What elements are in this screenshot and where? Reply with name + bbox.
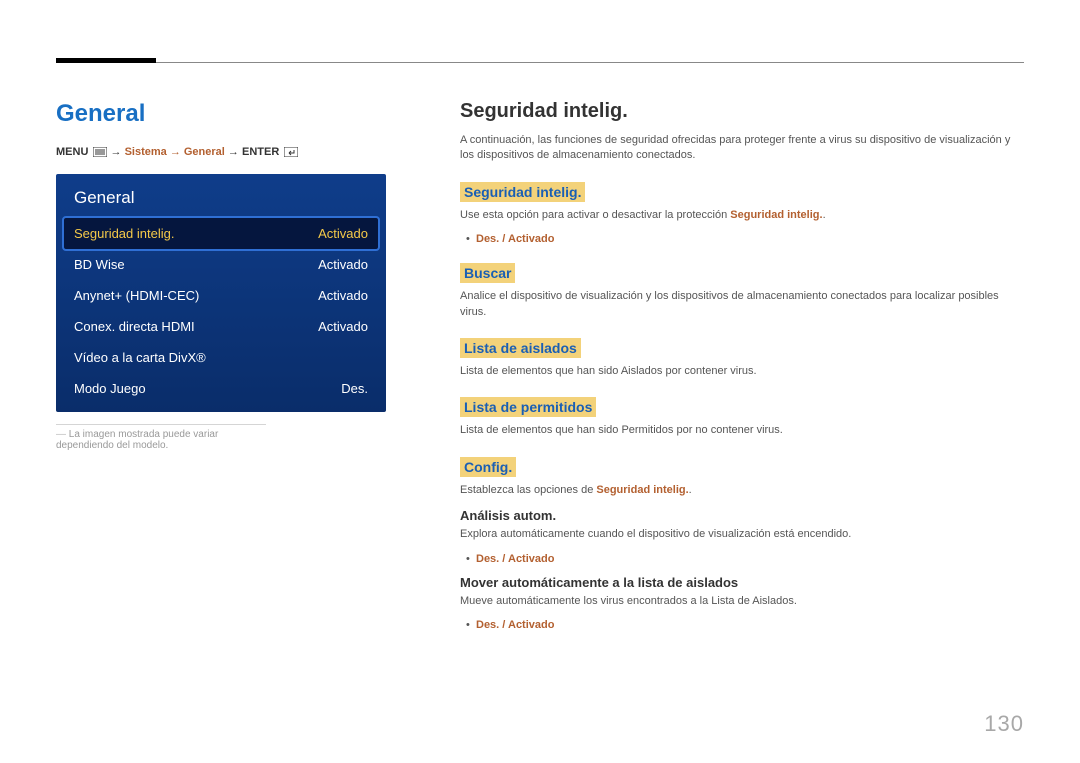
osd-menu-general: General Seguridad intelig.ActivadoBD Wis… — [56, 174, 386, 412]
osd-menu-item[interactable]: Conex. directa HDMI Activado — [64, 311, 378, 342]
osd-menu-title: General — [64, 184, 378, 218]
osd-menu-item-value: Des. — [341, 381, 368, 396]
subheading: Config. — [460, 457, 516, 477]
breadcrumb: MENU → Sistema → General → ENTER — [56, 146, 386, 158]
osd-menu-item[interactable]: Vídeo a la carta DivX® — [64, 342, 378, 373]
osd-menu-item[interactable]: Seguridad intelig. Activado — [64, 218, 378, 249]
section-body: Establezca las opciones de Seguridad int… — [460, 483, 1024, 498]
sub-subheading: Mover automáticamente a la lista de aisl… — [460, 575, 1024, 590]
sub-subheading: Análisis autom. — [460, 508, 1024, 523]
section-body: Mueve automáticamente los virus encontra… — [460, 594, 1024, 609]
right-column: Seguridad intelig. A continuación, las f… — [460, 100, 1024, 641]
menu-icon — [93, 147, 107, 157]
heading-seguridad-intelig: Seguridad intelig. — [460, 100, 1024, 123]
accent-text: Seguridad intelig. — [596, 484, 688, 496]
osd-menu-item-label: Modo Juego — [74, 381, 146, 396]
page-content: General MENU → Sistema → General → ENTER… — [56, 100, 1024, 641]
osd-menu-item-label: Seguridad intelig. — [74, 226, 174, 241]
breadcrumb-path: Sistema → General — [125, 146, 225, 158]
osd-menu-item[interactable]: BD Wise Activado — [64, 249, 378, 280]
section-body: Analice el dispositivo de visualización … — [460, 289, 1024, 320]
osd-menu-item-label: BD Wise — [74, 257, 125, 272]
osd-menu-item-value: Activado — [318, 288, 368, 303]
enter-icon — [284, 147, 298, 157]
section-body: Lista de elementos que han sido Aislados… — [460, 364, 1024, 379]
osd-menu-item-value: Activado — [318, 257, 368, 272]
page-number: 130 — [984, 711, 1024, 737]
subheading: Seguridad intelig. — [460, 182, 585, 202]
subheading: Lista de aislados — [460, 338, 581, 358]
option-bullet: Des. / Activado — [476, 619, 1024, 631]
option-bullet: Des. / Activado — [476, 233, 1024, 245]
top-tab-marker — [56, 58, 156, 63]
left-column: General MENU → Sistema → General → ENTER… — [56, 100, 386, 641]
accent-text: Des. / Activado — [476, 619, 554, 631]
breadcrumb-menu: MENU — [56, 146, 88, 158]
breadcrumb-arrow-2: → — [228, 146, 242, 158]
osd-menu-item-value: Activado — [318, 319, 368, 334]
osd-menu-item-value: Activado — [318, 226, 368, 241]
section-body: Lista de elementos que han sido Permitid… — [460, 423, 1024, 438]
section-title-general: General — [56, 100, 386, 128]
osd-menu-item-label: Vídeo a la carta DivX® — [74, 350, 206, 365]
image-caption: La imagen mostrada puede variar dependie… — [56, 424, 266, 451]
option-bullet: Des. / Activado — [476, 553, 1024, 565]
breadcrumb-enter: ENTER — [242, 146, 279, 158]
accent-text: Des. / Activado — [476, 233, 554, 245]
section-body: Explora automáticamente cuando el dispos… — [460, 527, 1024, 542]
osd-menu-item[interactable]: Modo Juego Des. — [64, 373, 378, 404]
accent-text: Des. / Activado — [476, 553, 554, 565]
breadcrumb-arrow-1: → — [111, 146, 125, 158]
top-border-line — [56, 62, 1024, 63]
subheading: Lista de permitidos — [460, 397, 596, 417]
osd-menu-item-label: Anynet+ (HDMI-CEC) — [74, 288, 199, 303]
intro-paragraph: A continuación, las funciones de segurid… — [460, 133, 1024, 164]
subheading: Buscar — [460, 263, 515, 283]
osd-menu-item-label: Conex. directa HDMI — [74, 319, 195, 334]
accent-text: Seguridad intelig. — [730, 209, 822, 221]
osd-menu-item[interactable]: Anynet+ (HDMI-CEC) Activado — [64, 280, 378, 311]
section-body: Use esta opción para activar o desactiva… — [460, 208, 1024, 223]
